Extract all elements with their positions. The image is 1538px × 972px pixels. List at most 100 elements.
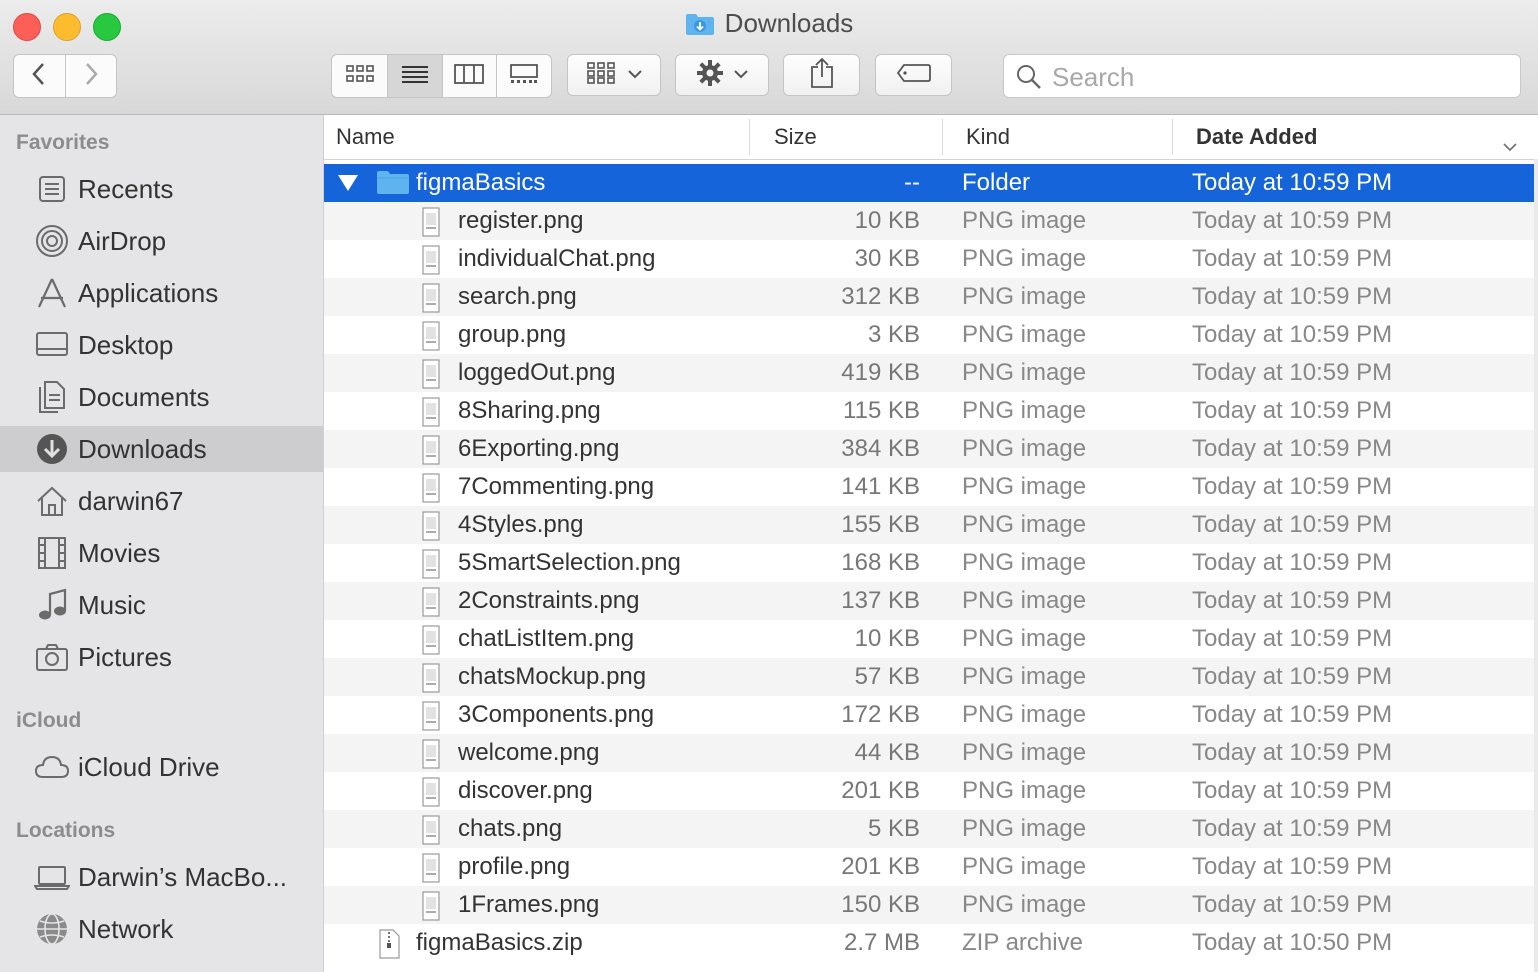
file-row-welcome-png[interactable]: welcome.png 44 KB PNG image Today at 10:59 … — [324, 734, 1534, 772]
png-file-icon — [418, 207, 444, 244]
file-name: figmaBasics.zip — [416, 929, 583, 956]
file-date-added: Today at 10:59 PM — [1192, 891, 1393, 918]
file-row-3components-png[interactable]: 3Components.png 172 KB PNG image Today at 1… — [324, 696, 1534, 734]
file-row-chatsmockup-png[interactable]: chatsMockup.png 57 KB PNG image Today at 10… — [324, 658, 1534, 696]
png-file-icon — [418, 473, 444, 510]
list-view-button[interactable] — [388, 55, 443, 97]
back-button[interactable] — [14, 55, 66, 97]
sidebar-item-home[interactable]: darwin67 — [0, 478, 323, 524]
file-date-added: Today at 10:59 PM — [1192, 701, 1393, 728]
sidebar-item-label: Music — [78, 589, 146, 620]
search-field[interactable] — [1003, 54, 1521, 98]
sidebar: Favorites Recents AirDrop Applications D… — [0, 115, 324, 972]
file-row-7commenting-png[interactable]: 7Commenting.png 141 KB PNG image Today at 1… — [324, 468, 1534, 506]
sidebar-item-label: AirDrop — [78, 225, 167, 256]
file-row-2constraints-png[interactable]: 2Constraints.png 137 KB PNG image Today at … — [324, 582, 1534, 620]
file-row-6exporting-png[interactable]: 6Exporting.png 384 KB PNG image Today at 10… — [324, 430, 1534, 468]
file-row-5smartselection-png[interactable]: 5SmartSelection.png 168 KB PNG image Today … — [324, 544, 1534, 582]
file-date-added: Today at 10:59 PM — [1192, 511, 1393, 538]
file-size: 150 KB — [841, 891, 920, 918]
recents-icon — [34, 171, 70, 207]
file-name: profile.png — [458, 853, 571, 880]
file-row-figmabasics-zip[interactable]: figmaBasics.zip 2.7 MB ZIP archive Today at… — [324, 924, 1534, 962]
file-date-added: Today at 10:59 PM — [1192, 321, 1393, 348]
sidebar-item-desktop[interactable]: Desktop — [0, 322, 323, 368]
png-file-icon — [418, 397, 444, 434]
file-row-group-png[interactable]: group.png 3 KB PNG image Today at 10:59 PM — [324, 316, 1534, 354]
window-title-text: Downloads — [724, 8, 854, 38]
sidebar-item-label: darwin67 — [78, 485, 184, 516]
file-row-search-png[interactable]: search.png 312 KB PNG image Today at 10:59 … — [324, 278, 1534, 316]
file-name: 1Frames.png — [458, 891, 600, 918]
column-divider[interactable] — [1172, 119, 1173, 155]
column-header-kind[interactable]: Kind — [966, 115, 1010, 159]
documents-icon — [34, 379, 70, 415]
file-row-individualchat-png[interactable]: individualChat.png 30 KB PNG image Today at… — [324, 240, 1534, 278]
sidebar-item-downloads[interactable]: Downloads — [0, 426, 323, 472]
sidebar-item-macbook[interactable]: Darwin’s MacBo... — [0, 854, 323, 900]
sidebar-item-pictures[interactable]: Pictures — [0, 634, 323, 680]
sidebar-item-documents[interactable]: Documents — [0, 374, 323, 420]
folder-row-figmabasics[interactable]: figmaBasics -- Folder Today at 10:59 PM — [324, 164, 1534, 202]
action-menu-button[interactable] — [675, 54, 769, 96]
file-row-1frames-png[interactable]: 1Frames.png 150 KB PNG image Today at 10:59… — [324, 886, 1534, 924]
file-size: 168 KB — [841, 549, 920, 576]
file-date-added: Today at 10:59 PM — [1192, 397, 1393, 424]
scrollbar-track[interactable] — [1534, 159, 1538, 972]
file-name: group.png — [458, 321, 567, 348]
sidebar-item-network[interactable]: Network — [0, 906, 323, 952]
file-row-register-png[interactable]: register.png 10 KB PNG image Today at 10:59… — [324, 202, 1534, 240]
view-mode-control — [331, 54, 552, 98]
png-file-icon — [418, 511, 444, 548]
file-kind: PNG image — [962, 207, 1087, 234]
column-divider[interactable] — [749, 119, 750, 155]
sidebar-item-movies[interactable]: Movies — [0, 530, 323, 576]
sort-chevron-down-icon[interactable] — [1502, 132, 1518, 158]
file-kind: PNG image — [962, 473, 1087, 500]
file-kind: PNG image — [962, 625, 1087, 652]
sidebar-item-icloud-drive[interactable]: iCloud Drive — [0, 744, 323, 790]
column-header-name[interactable]: Name — [336, 115, 395, 159]
sidebar-item-airdrop[interactable]: AirDrop — [0, 218, 323, 264]
file-row-chats-png[interactable]: chats.png 5 KB PNG image Today at 10:59 PM — [324, 810, 1534, 848]
file-row-4styles-png[interactable]: 4Styles.png 155 KB PNG image Today at 10:59… — [324, 506, 1534, 544]
png-file-icon — [418, 891, 444, 928]
disclosure-triangle-icon[interactable] — [338, 175, 358, 191]
file-date-added: Today at 10:59 PM — [1192, 473, 1393, 500]
folder-icon — [376, 169, 410, 202]
share-icon — [809, 57, 835, 94]
gallery-view-button[interactable] — [497, 55, 551, 97]
sidebar-item-label: Downloads — [78, 433, 207, 464]
file-size: 30 KB — [854, 245, 920, 272]
sidebar-item-label: Network — [78, 913, 174, 944]
file-date-added: Today at 10:59 PM — [1192, 549, 1393, 576]
file-date-added: Today at 10:59 PM — [1192, 625, 1393, 652]
navigation-buttons — [13, 54, 117, 98]
column-header-size[interactable]: Size — [774, 115, 817, 159]
column-header-date-added[interactable]: Date Added — [1196, 115, 1317, 159]
file-date-added: Today at 10:59 PM — [1192, 815, 1393, 842]
file-row-loggedout-png[interactable]: loggedOut.png 419 KB PNG image Today at 10:… — [324, 354, 1534, 392]
file-row-profile-png[interactable]: profile.png 201 KB PNG image Today at 10:59… — [324, 848, 1534, 886]
group-by-button[interactable] — [567, 54, 661, 96]
sidebar-item-applications[interactable]: Applications — [0, 270, 323, 316]
file-row-discover-png[interactable]: discover.png 201 KB PNG image Today at 10:5… — [324, 772, 1534, 810]
sidebar-item-label: Darwin’s MacBo... — [78, 861, 288, 892]
png-file-icon — [418, 359, 444, 396]
file-date-added: Today at 10:59 PM — [1192, 435, 1393, 462]
tag-button[interactable] — [875, 54, 952, 96]
file-row-chatlistitem-png[interactable]: chatListItem.png 10 KB PNG image Today at 1… — [324, 620, 1534, 658]
forward-button[interactable] — [66, 55, 117, 97]
file-size: 312 KB — [841, 283, 920, 310]
column-view-button[interactable] — [443, 55, 497, 97]
sidebar-item-recents[interactable]: Recents — [0, 166, 323, 212]
icon-view-button[interactable] — [332, 55, 389, 97]
sidebar-item-music[interactable]: Music — [0, 582, 323, 628]
share-button[interactable] — [783, 54, 860, 96]
file-size: 57 KB — [854, 663, 920, 690]
file-size: 3 KB — [867, 321, 920, 348]
file-name: discover.png — [458, 777, 593, 804]
search-input[interactable] — [1050, 61, 1494, 93]
column-divider[interactable] — [942, 119, 943, 155]
file-row-8sharing-png[interactable]: 8Sharing.png 115 KB PNG image Today at 10:5… — [324, 392, 1534, 430]
